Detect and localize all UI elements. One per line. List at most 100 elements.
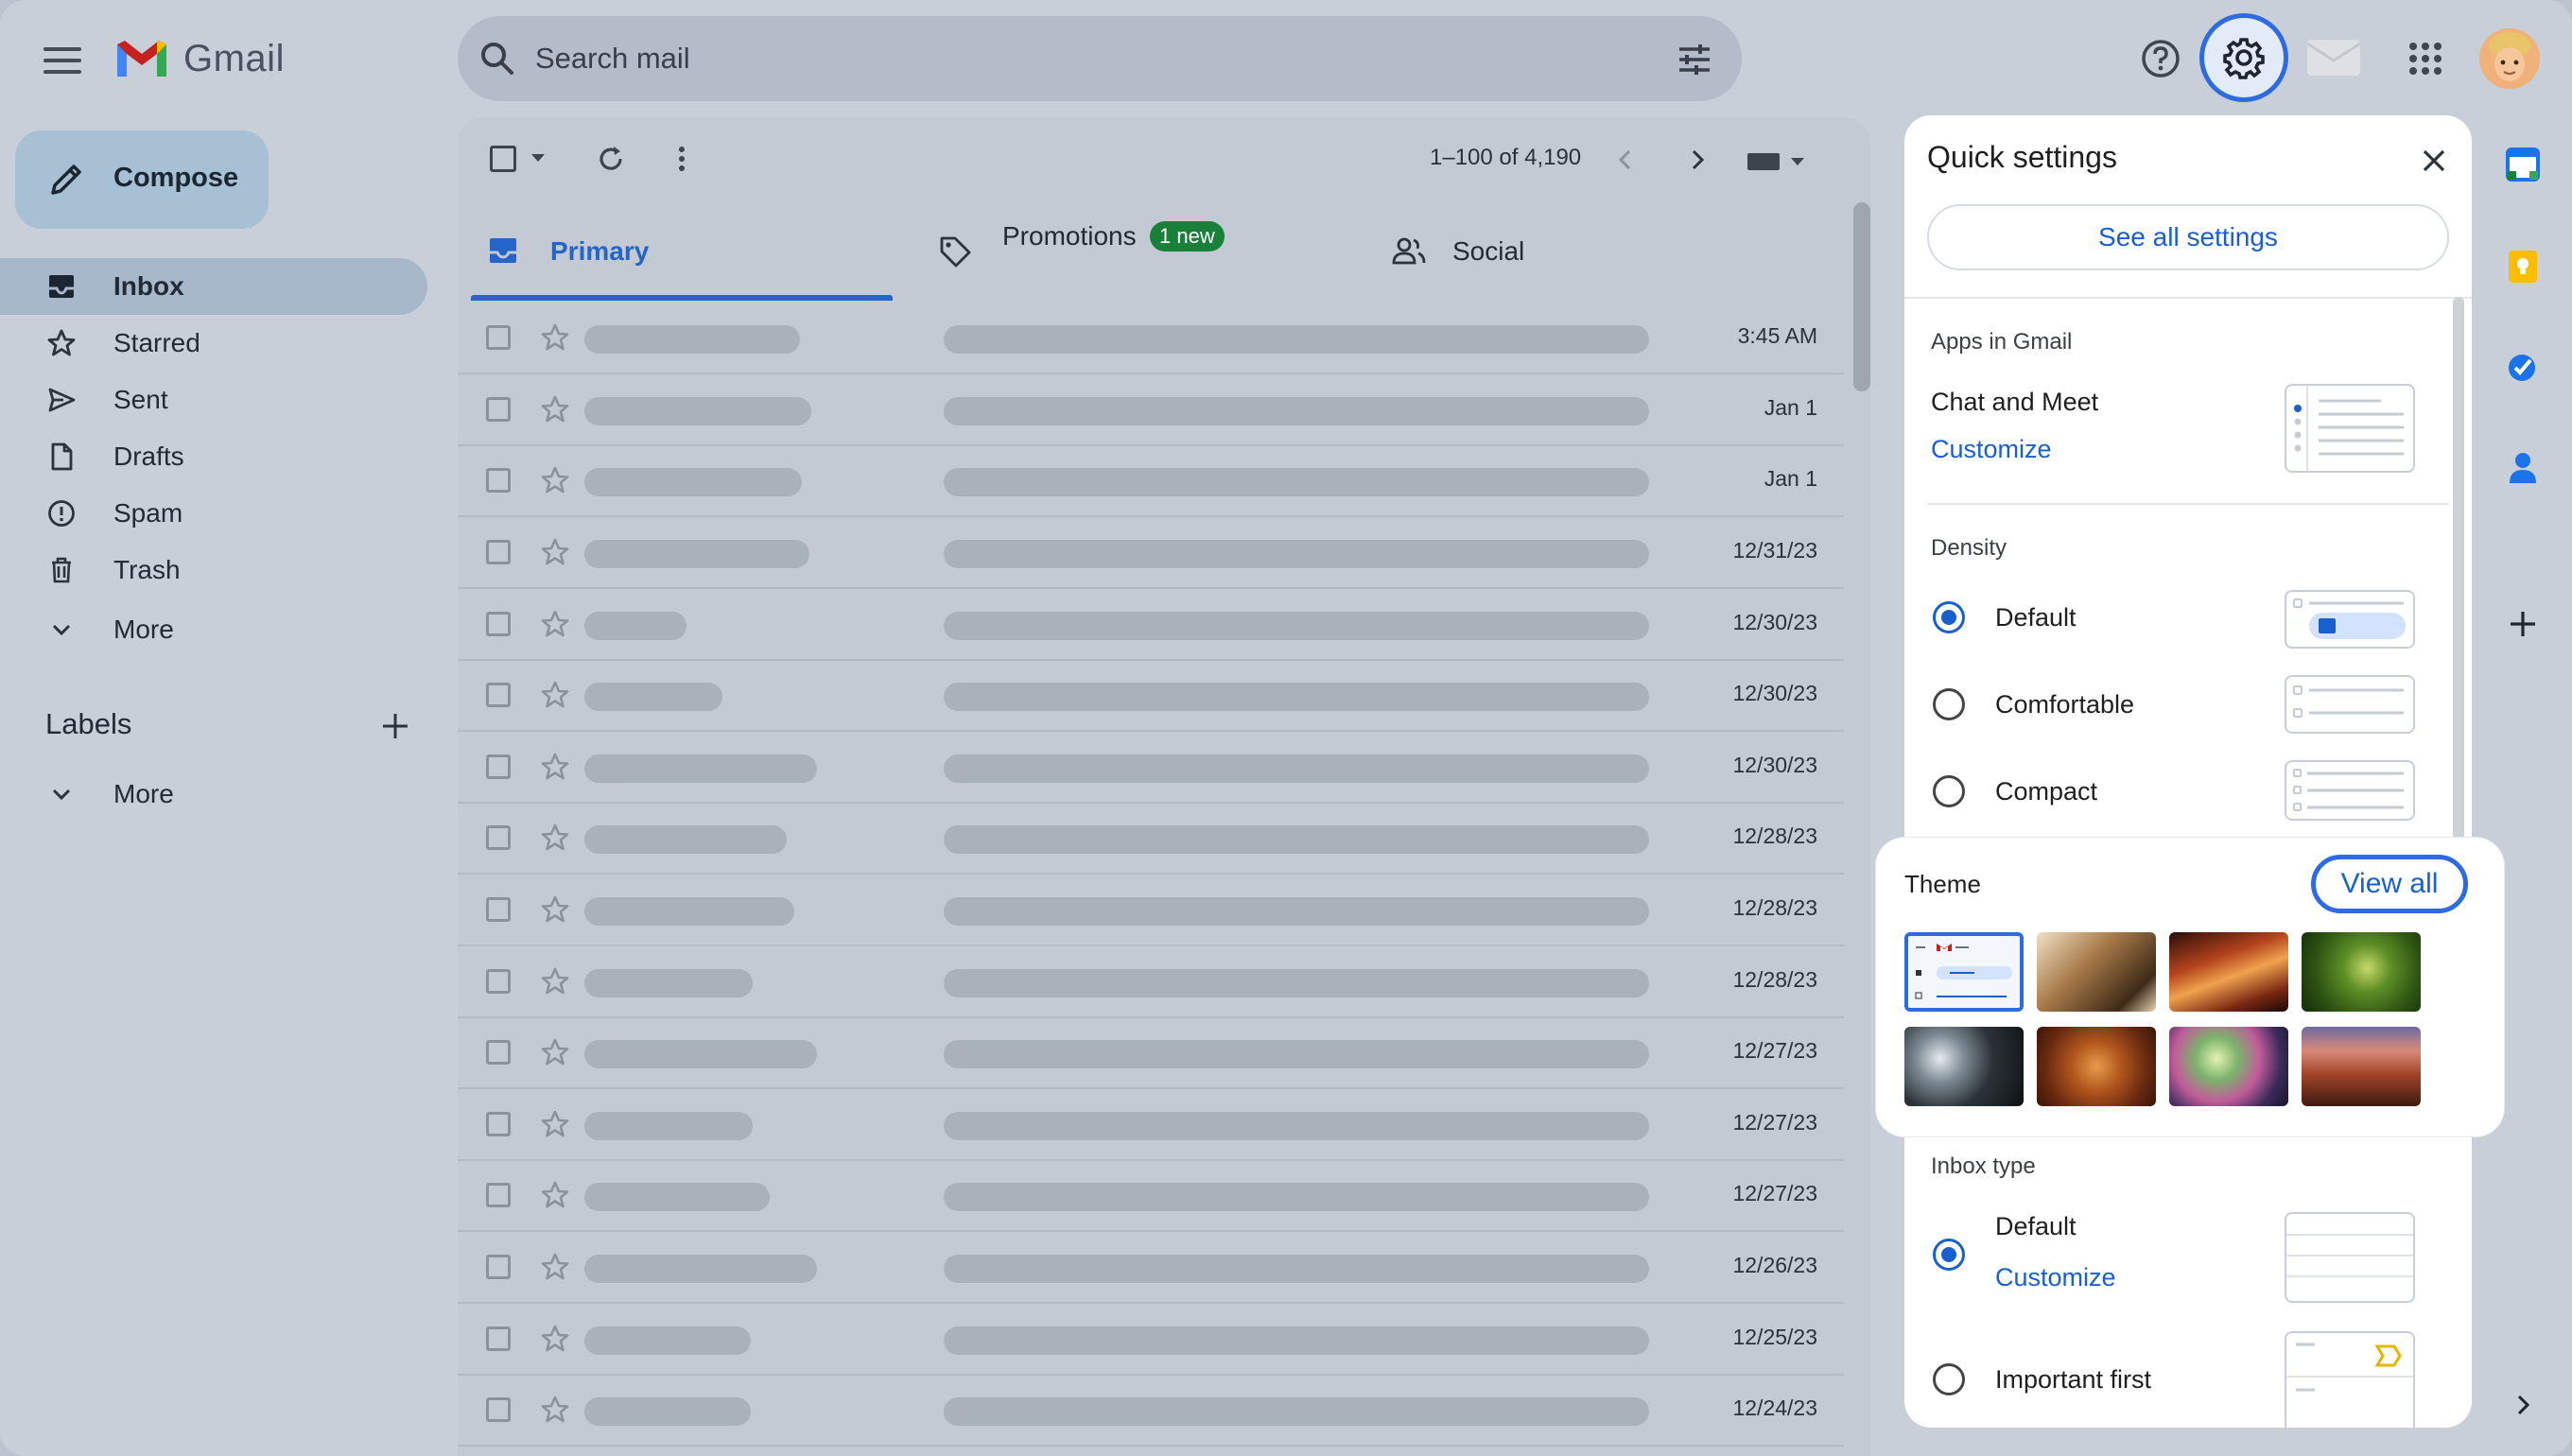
expand-side-panel-icon[interactable] [2504, 1386, 2542, 1424]
tab-primary[interactable]: Primary [458, 197, 893, 303]
apps-customize-link[interactable]: Customize [1931, 435, 2052, 464]
density-compact-radio[interactable] [1933, 775, 1965, 807]
help-icon[interactable] [2135, 33, 2186, 84]
row-checkbox[interactable] [486, 969, 511, 994]
theme-autumn-tile[interactable] [2037, 1027, 2156, 1106]
add-addon-icon[interactable] [2504, 605, 2542, 643]
density-default-radio[interactable] [1933, 601, 1965, 633]
account-avatar[interactable] [2479, 28, 2540, 89]
email-row[interactable]: 12/27/23 [458, 1089, 1844, 1161]
email-row[interactable]: 12/28/23 [458, 946, 1844, 1018]
search-icon[interactable] [478, 40, 516, 78]
star-icon[interactable] [539, 608, 571, 640]
star-icon[interactable] [539, 1108, 571, 1140]
email-row[interactable]: 12/30/23 [458, 589, 1844, 661]
theme-leaf-tile[interactable] [2302, 932, 2421, 1012]
chevron-right-icon[interactable] [1681, 144, 1713, 176]
input-tools-keyboard-icon[interactable] [1746, 147, 1808, 174]
row-checkbox[interactable] [486, 754, 511, 779]
inbox-customize-link[interactable]: Customize [1995, 1263, 2116, 1292]
star-icon[interactable] [539, 679, 571, 711]
star-icon[interactable] [539, 1251, 571, 1283]
inbox-default-radio[interactable] [1933, 1239, 1965, 1271]
star-icon[interactable] [539, 1394, 571, 1426]
theme-lights-tile[interactable] [2169, 1027, 2288, 1106]
density-comfortable-radio[interactable] [1933, 688, 1965, 720]
add-label-icon[interactable] [378, 709, 412, 743]
row-checkbox[interactable] [486, 683, 511, 707]
row-checkbox[interactable] [486, 825, 511, 850]
compose-button[interactable]: Compose [15, 130, 269, 229]
row-checkbox[interactable] [486, 397, 511, 422]
row-checkbox[interactable] [486, 1112, 511, 1136]
see-all-settings-button[interactable]: See all settings [1927, 204, 2449, 270]
theme-bubbles-tile[interactable] [1904, 1027, 2024, 1106]
email-row[interactable]: 12/30/23 [458, 732, 1844, 804]
email-row[interactable]: 12/28/23 [458, 803, 1844, 875]
star-icon[interactable] [539, 1179, 571, 1211]
email-row[interactable]: 12/30/23 [458, 660, 1844, 732]
contacts-icon[interactable] [2504, 448, 2542, 486]
search-input[interactable] [535, 33, 1575, 84]
search-options-icon[interactable] [1676, 41, 1713, 78]
email-row[interactable]: 12/24/23 [458, 1375, 1844, 1447]
star-icon[interactable] [539, 965, 571, 997]
row-checkbox[interactable] [486, 468, 511, 493]
star-icon[interactable] [539, 1036, 571, 1068]
important-first-radio[interactable] [1933, 1363, 1965, 1395]
sidebar-item-more[interactable]: More [0, 601, 427, 658]
star-icon[interactable] [539, 464, 571, 496]
tasks-icon[interactable] [2504, 348, 2542, 386]
star-icon[interactable] [539, 1323, 571, 1355]
star-icon[interactable] [539, 536, 571, 568]
gmail-logo[interactable]: Gmail [113, 34, 285, 83]
calendar-icon[interactable] [2504, 146, 2542, 183]
close-icon[interactable] [2415, 142, 2453, 180]
row-checkbox[interactable] [486, 1040, 511, 1065]
sidebar-item-sent[interactable]: Sent [0, 372, 427, 428]
star-icon[interactable] [539, 393, 571, 425]
google-apps-icon[interactable] [2400, 33, 2451, 84]
select-all-checkbox[interactable] [490, 146, 516, 172]
sidebar-item-trash[interactable]: Trash [0, 542, 427, 598]
email-row[interactable]: Jan 1 [458, 374, 1844, 446]
search-bar[interactable] [458, 16, 1742, 101]
theme-valley-tile[interactable] [2302, 1027, 2421, 1106]
row-checkbox[interactable] [486, 1326, 511, 1351]
sidebar-item-starred[interactable]: Starred [0, 315, 427, 372]
email-row[interactable]: 12/26/23 [458, 1232, 1844, 1304]
tab-social[interactable]: Social [1371, 197, 1844, 303]
row-checkbox[interactable] [486, 1183, 511, 1207]
mail-list-scrollbar[interactable] [1853, 202, 1870, 391]
star-icon[interactable] [539, 321, 571, 354]
row-checkbox[interactable] [486, 325, 511, 350]
email-row[interactable]: 3:45 AM [458, 303, 1844, 374]
theme-default-tile[interactable] [1904, 932, 2024, 1012]
row-checkbox[interactable] [486, 612, 511, 636]
labels-more[interactable]: More [0, 766, 427, 823]
settings-gear-button[interactable] [2199, 13, 2288, 102]
star-icon[interactable] [539, 893, 571, 926]
row-checkbox[interactable] [486, 1397, 511, 1422]
row-checkbox[interactable] [486, 1255, 511, 1279]
star-icon[interactable] [539, 751, 571, 783]
keep-icon[interactable] [2504, 248, 2542, 286]
more-vert-icon[interactable] [668, 142, 696, 176]
email-row[interactable]: 12/25/23 [458, 1304, 1844, 1376]
sidebar-item-spam[interactable]: Spam [0, 485, 427, 542]
tab-promotions[interactable]: Promotions 1 new [908, 197, 1343, 303]
email-row[interactable]: 12/27/23 [458, 1160, 1844, 1232]
email-row[interactable]: 12/28/23 [458, 875, 1844, 946]
mail-status-icon[interactable] [2303, 34, 2364, 81]
sidebar-item-inbox[interactable]: Inbox [0, 258, 427, 315]
sidebar-item-drafts[interactable]: Drafts [0, 428, 427, 485]
star-icon[interactable] [539, 822, 571, 854]
email-row[interactable]: Jan 1 [458, 445, 1844, 517]
theme-chess-tile[interactable] [2037, 932, 2156, 1012]
main-menu-icon[interactable] [43, 42, 81, 79]
email-row[interactable]: 12/31/23 [458, 517, 1844, 589]
quick-settings-scrollbar[interactable] [2453, 297, 2464, 864]
theme-canyon-tile[interactable] [2169, 932, 2288, 1012]
row-checkbox[interactable] [486, 540, 511, 564]
view-all-themes-button[interactable]: View all [2311, 855, 2468, 913]
